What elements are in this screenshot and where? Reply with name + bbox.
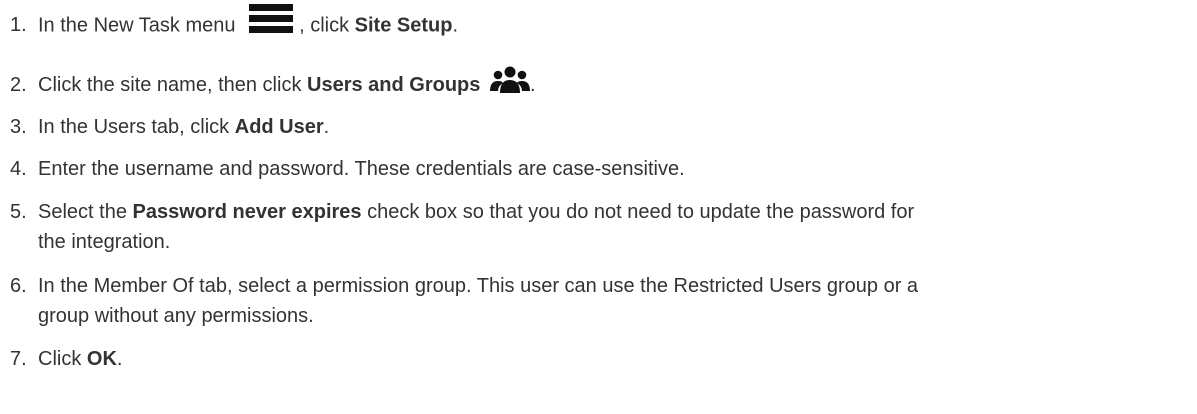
step-text-post: . [452, 14, 458, 37]
step-text-pre: Click the site name, then click [38, 74, 307, 96]
step-bold-add-user: Add User [234, 116, 324, 138]
step-text: Click the site name, then click Users an… [38, 66, 1188, 101]
step-bold-users-and-groups: Users and Groups [307, 74, 481, 96]
step-text-mid: , click [299, 14, 355, 37]
step-line-1: In the Member Of tab, select a permissio… [38, 275, 919, 297]
step-number: 5. [10, 201, 27, 223]
step-text: In the Member Of tab, select a permissio… [38, 271, 1188, 331]
step-text-post: . [323, 116, 330, 138]
step-text: Click OK. [38, 344, 1188, 374]
step-bold-ok: OK [86, 348, 117, 370]
step-text-pre: In the New Task menu [38, 14, 236, 37]
step-text-pre: In the Users tab, click [38, 116, 235, 138]
step-text-pre: Click [38, 348, 87, 370]
step-line-2: the integration. [38, 231, 171, 253]
step-text-pre: Select the [38, 201, 133, 223]
hamburger-menu-icon [249, 4, 294, 36]
step-number: 2. [10, 74, 27, 96]
step-number: 1. [10, 14, 27, 36]
step-text-post: . [529, 74, 536, 96]
users-group-icon [489, 66, 530, 93]
step-line-2: group without any permissions. [38, 305, 314, 327]
step-bold-password-never-expires: Password never expires [132, 201, 362, 223]
step-number: 7. [10, 348, 27, 370]
step-text: In the Users tab, click Add User. [38, 112, 1188, 142]
step-line-1: Select the Password never expires check … [38, 197, 1188, 227]
step-number: 4. [10, 158, 27, 180]
step-text: In the New Task menu , click Site Setup. [38, 4, 1188, 42]
step-bold-site-setup: Site Setup [354, 14, 453, 37]
step-text: Select the Password never expires check … [38, 197, 1188, 257]
step-text-post: . [116, 348, 123, 370]
step-number: 6. [10, 275, 27, 297]
step-text-post: check box so that you do not need to upd… [361, 201, 915, 223]
step-number: 3. [10, 116, 27, 138]
step-text: Enter the username and password. These c… [38, 158, 685, 180]
